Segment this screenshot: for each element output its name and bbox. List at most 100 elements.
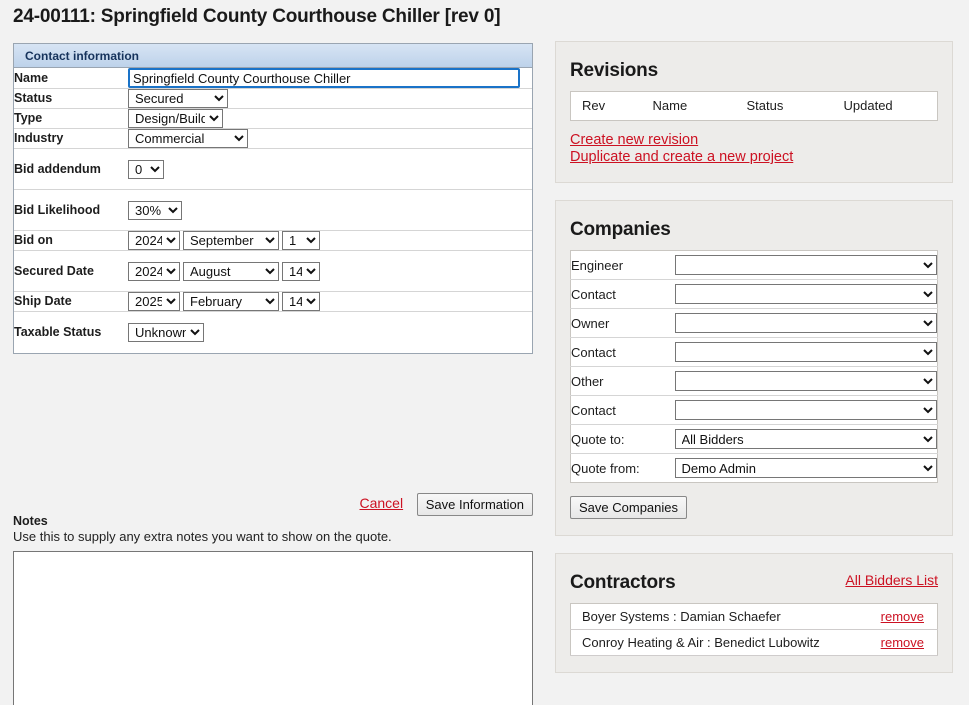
contact-information-panel: Contact information Name Status SecuredB… — [13, 43, 533, 354]
bid-on-field-cell: 2023202420252026 JanuaryFebruaryMarchApr… — [128, 231, 532, 251]
companies-select-engineer[interactable] — [674, 255, 937, 275]
save-companies-button[interactable]: Save Companies — [570, 496, 687, 519]
secured-date-group: 2023202420252026 JanuaryFebruaryMarchApr… — [128, 261, 320, 281]
revisions-col-name: Name — [652, 98, 688, 113]
companies-row: Quote to: All Bidders — [570, 425, 938, 454]
companies-row-field — [674, 280, 938, 309]
contact-panel-header: Contact information — [14, 44, 532, 68]
form-row-secured-date: Secured Date 2023202420252026 JanuaryFeb… — [14, 251, 532, 292]
revisions-title: Revisions — [570, 60, 658, 81]
save-companies-wrap: Save Companies — [570, 496, 938, 519]
companies-row: Other — [570, 367, 938, 396]
revisions-table-head: Rev Name Status Updated — [571, 92, 938, 121]
form-row-type: Type Design/BuildPlan & SpecService — [14, 109, 532, 129]
bid-on-month-select[interactable]: JanuaryFebruaryMarchAprilMayJuneJulyAugu… — [183, 231, 279, 250]
ship-date-group: 2023202420252026 JanuaryFebruaryMarchApr… — [128, 292, 320, 311]
notes-subtitle: Use this to supply any extra notes you w… — [13, 529, 392, 544]
form-row-bid-on: Bid on 2023202420252026 JanuaryFebruaryM… — [14, 231, 532, 251]
form-row-industry: Industry CommercialIndustrialInstitution… — [14, 129, 532, 149]
secured-date-year-select[interactable]: 2023202420252026 — [128, 261, 180, 281]
page-root: 24-00111: Springfield County Courthouse … — [0, 0, 969, 705]
bid-on-day-select[interactable]: 12314152831 — [282, 231, 320, 250]
bid-addendum-label: Bid addendum — [14, 161, 101, 176]
bid-addendum-select[interactable]: 0123 — [128, 159, 164, 179]
revisions-col-rev: Rev — [582, 98, 606, 113]
industry-select[interactable]: CommercialIndustrialInstitutionalResiden… — [128, 129, 248, 148]
secured-date-day-select[interactable]: 12314152831 — [282, 261, 320, 281]
ship-date-month-select[interactable]: JanuaryFebruaryMarchAprilMayJuneJulyAugu… — [183, 292, 279, 311]
contractors-table-body: Boyer Systems : Damian Schaefer remove Con… — [570, 604, 938, 656]
companies-table-body: Engineer Contact Owner Contact Other Contact Q… — [570, 251, 938, 483]
page-title: 24-00111: Springfield County Courthouse … — [13, 6, 501, 27]
contact-form-table: Name Status SecuredBiddingLostPending Ty… — [14, 68, 532, 353]
name-input[interactable] — [128, 68, 520, 88]
status-select[interactable]: SecuredBiddingLostPending — [128, 89, 228, 108]
companies-row: Engineer — [570, 251, 938, 280]
ship-date-year-select[interactable]: 2023202420252026 — [128, 292, 180, 311]
companies-select-contact[interactable] — [674, 400, 937, 420]
notes-section: Notes Use this to supply any extra notes… — [13, 514, 533, 705]
secured-date-month-select[interactable]: JanuaryFebruaryMarchAprilMayJuneJulyAugu… — [183, 261, 279, 281]
bid-addendum-field-cell: 0123 — [128, 149, 532, 190]
companies-row-field — [674, 396, 938, 425]
companies-row-field — [674, 338, 938, 367]
companies-select-other[interactable] — [674, 371, 937, 391]
companies-row-label: Contact — [571, 286, 616, 302]
bid-likelihood-field-cell: 0%10%20%30%40%50%60%70%80%90%100% — [128, 190, 532, 231]
companies-select-quote-from[interactable]: Demo Admin — [674, 458, 937, 478]
name-field-cell — [128, 68, 532, 89]
type-field-cell: Design/BuildPlan & SpecService — [128, 109, 532, 129]
companies-row: Contact — [570, 396, 938, 425]
companies-row-field — [674, 309, 938, 338]
contractor-remove-link[interactable]: remove — [881, 609, 924, 624]
companies-row: Contact — [570, 338, 938, 367]
contractor-remove-link[interactable]: remove — [881, 635, 924, 650]
contractor-row: Conroy Heating & Air : Benedict Lubowitz… — [570, 630, 938, 656]
companies-select-owner[interactable] — [674, 313, 937, 333]
industry-field-cell: CommercialIndustrialInstitutionalResiden… — [128, 129, 532, 149]
companies-row-field: All Bidders — [674, 425, 938, 454]
type-select[interactable]: Design/BuildPlan & SpecService — [128, 109, 223, 128]
bid-likelihood-select[interactable]: 0%10%20%30%40%50%60%70%80%90%100% — [128, 200, 182, 220]
form-row-status: Status SecuredBiddingLostPending — [14, 89, 532, 109]
revisions-table: Rev Name Status Updated — [570, 91, 938, 121]
companies-row-field — [674, 367, 938, 396]
form-row-taxable-status: Taxable Status UnknownTaxableExempt — [14, 312, 532, 353]
type-label: Type — [14, 111, 43, 125]
form-row-name: Name — [14, 68, 532, 89]
companies-title: Companies — [570, 219, 671, 240]
all-bidders-list-link[interactable]: All Bidders List — [845, 572, 938, 588]
companies-select-contact[interactable] — [674, 284, 937, 304]
revisions-header-row: Rev Name Status Updated — [571, 92, 938, 121]
companies-row-label: Quote from: — [571, 460, 640, 476]
ship-date-day-select[interactable]: 12314152831 — [282, 292, 320, 311]
contractors-card: All Bidders List Contractors Boyer Syste… — [555, 553, 953, 673]
taxable-status-label: Taxable Status — [14, 324, 102, 339]
notes-title: Notes — [13, 514, 48, 528]
bid-on-date-group: 2023202420252026 JanuaryFebruaryMarchApr… — [128, 231, 320, 250]
companies-select-contact[interactable] — [674, 342, 937, 362]
cancel-link[interactable]: Cancel — [360, 495, 404, 511]
companies-select-quote-to[interactable]: All Bidders — [674, 429, 937, 449]
contractor-row: Boyer Systems : Damian Schaefer remove — [570, 604, 938, 630]
contact-panel-box: Contact information Name Status SecuredB… — [13, 43, 533, 354]
form-row-bid-likelihood: Bid Likelihood 0%10%20%30%40%50%60%70%80… — [14, 190, 532, 231]
ship-date-field-cell: 2023202420252026 JanuaryFebruaryMarchApr… — [128, 292, 532, 312]
notes-textarea[interactable] — [13, 551, 533, 705]
companies-row-label: Other — [571, 373, 604, 389]
save-information-button[interactable]: Save Information — [416, 493, 533, 516]
form-row-bid-addendum: Bid addendum 0123 — [14, 149, 532, 190]
name-label: Name — [14, 70, 49, 85]
taxable-status-field-cell: UnknownTaxableExempt — [128, 312, 532, 353]
create-new-revision-link[interactable]: Create new revision — [570, 132, 938, 149]
bid-on-year-select[interactable]: 2023202420252026 — [128, 231, 180, 250]
companies-row-field: Demo Admin — [674, 454, 938, 483]
status-field-cell: SecuredBiddingLostPending — [128, 89, 532, 109]
contractor-remove-cell: remove — [859, 604, 938, 630]
companies-table: Engineer Contact Owner Contact Other Contact Q… — [570, 250, 938, 483]
revisions-col-status: Status — [746, 98, 784, 113]
taxable-status-select[interactable]: UnknownTaxableExempt — [128, 322, 204, 342]
companies-row: Owner — [570, 309, 938, 338]
duplicate-create-project-link[interactable]: Duplicate and create a new project — [570, 149, 938, 166]
secured-date-field-cell: 2023202420252026 JanuaryFebruaryMarchApr… — [128, 251, 532, 292]
